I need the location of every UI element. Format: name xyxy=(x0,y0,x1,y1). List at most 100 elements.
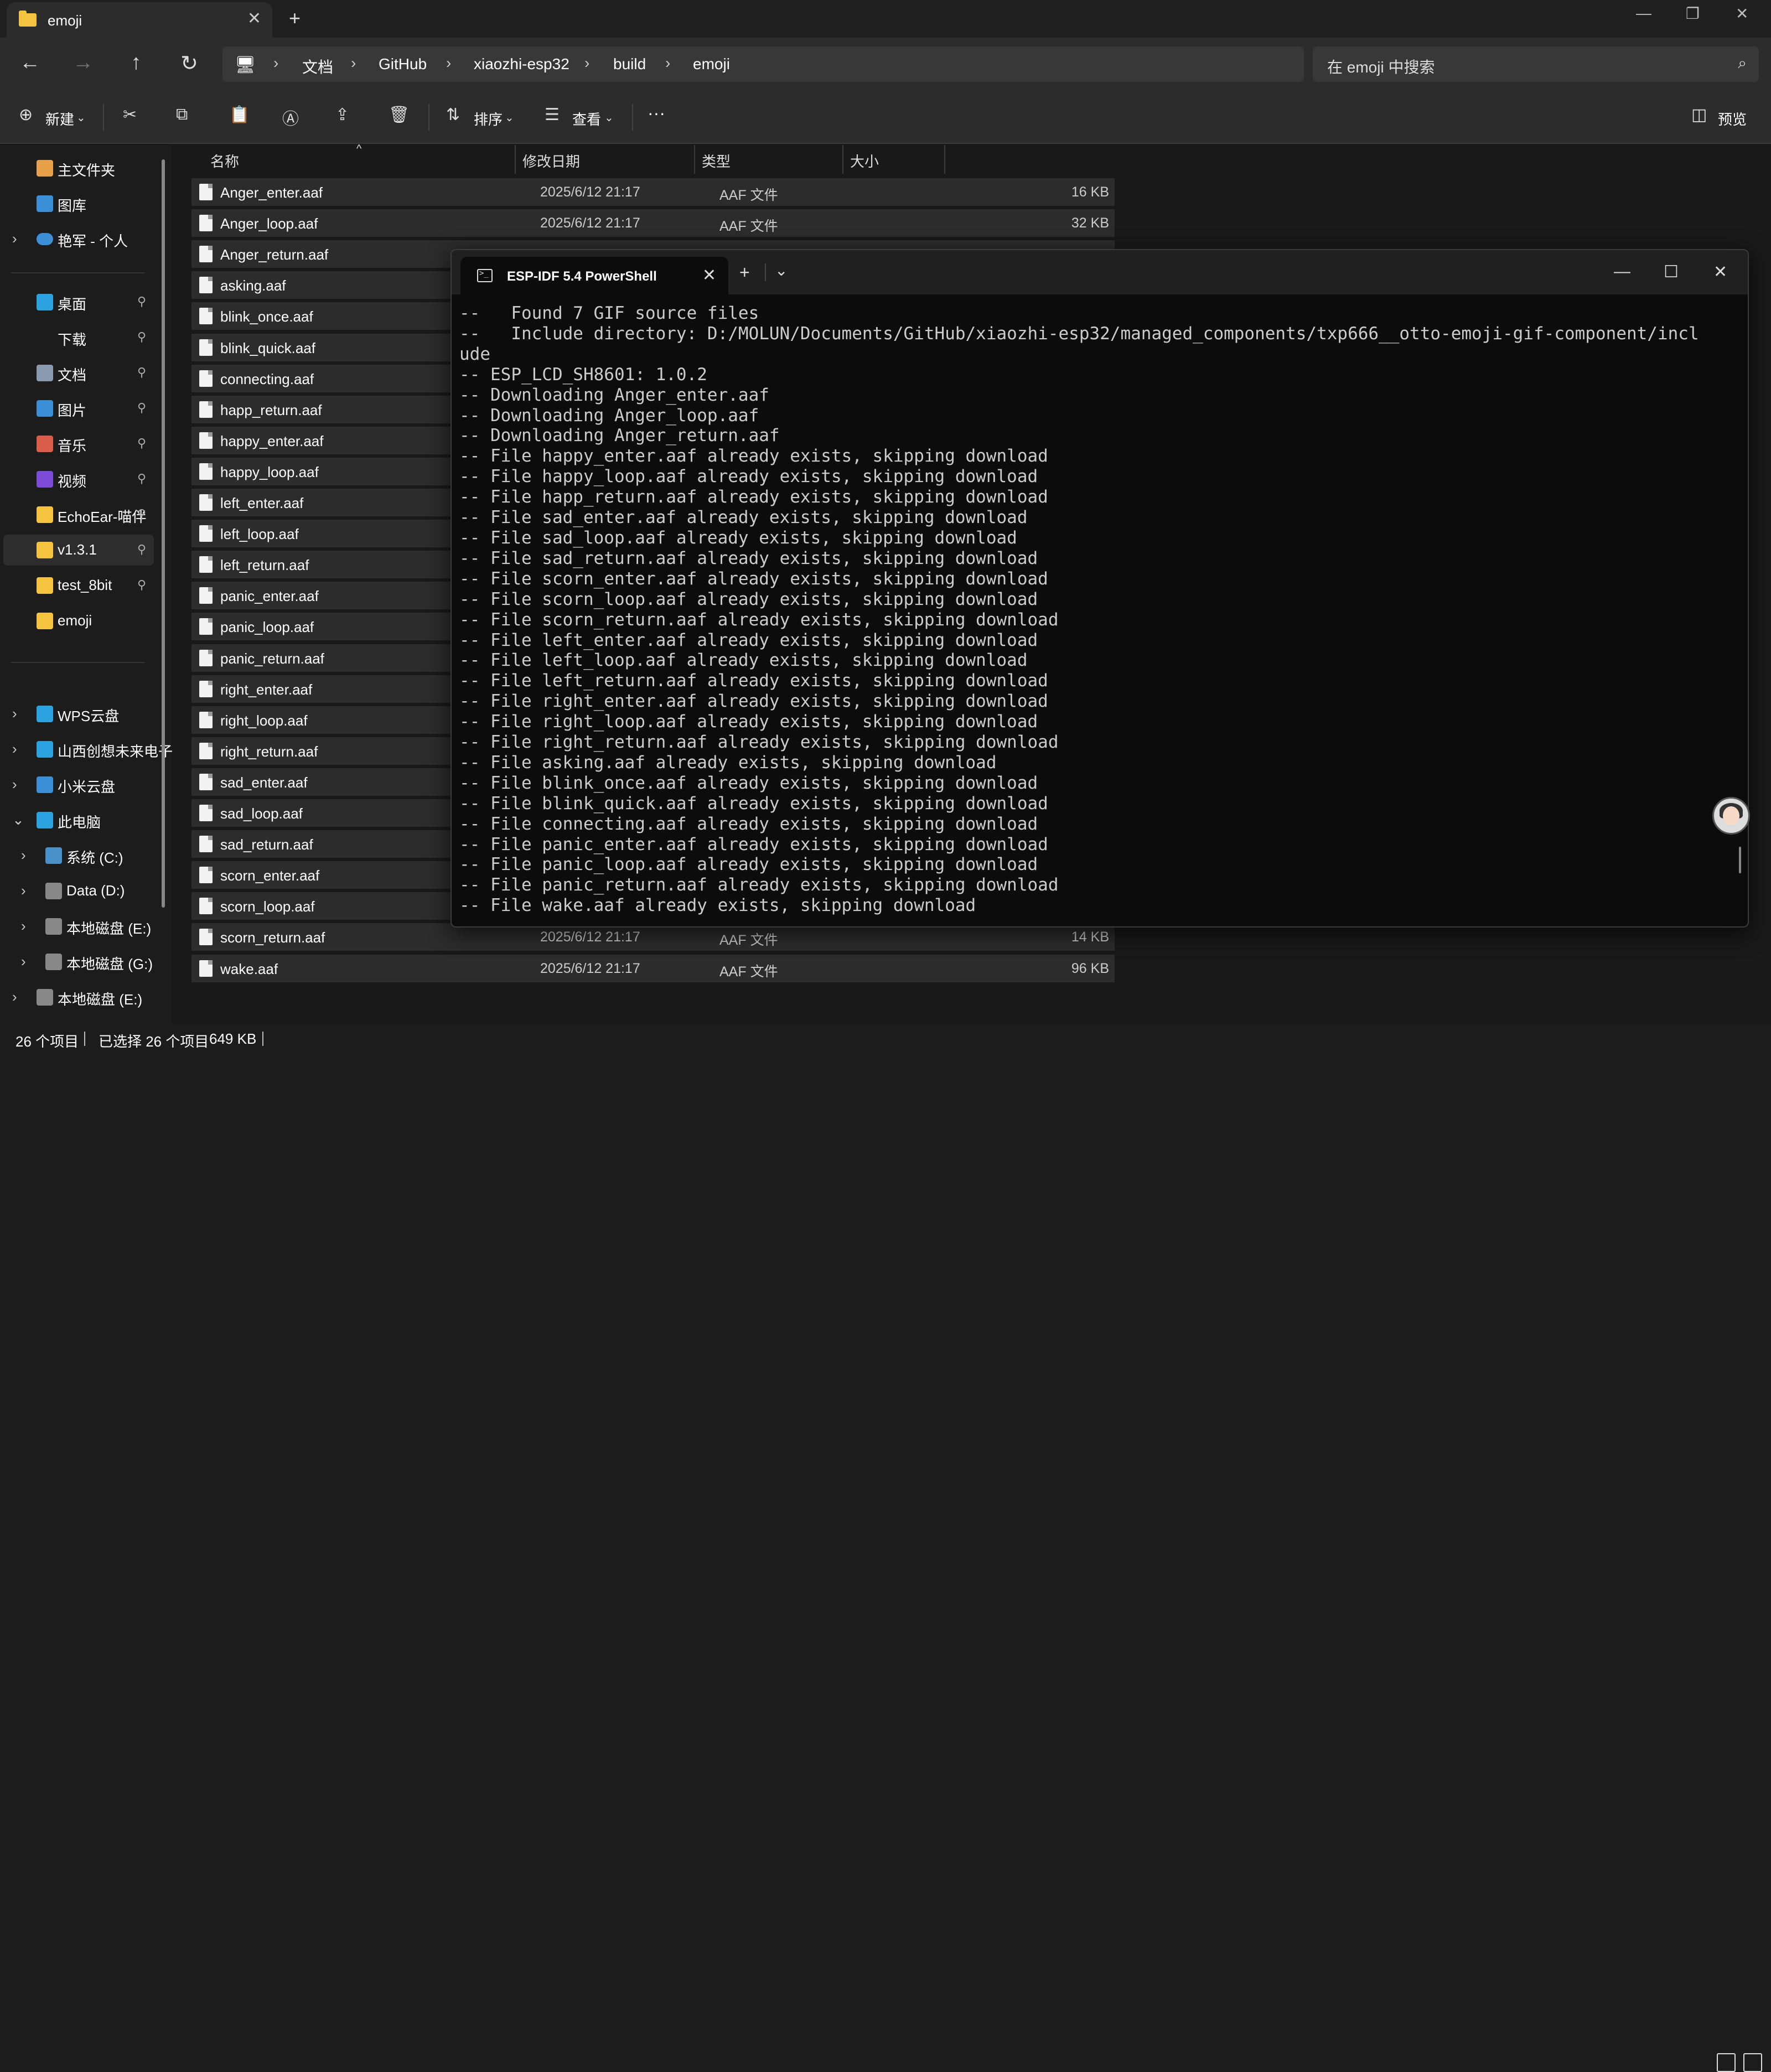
sidebar-item-pinned[interactable]: 桌面 ⚲ xyxy=(0,287,155,318)
restore-button[interactable]: ❐ xyxy=(1686,4,1700,23)
preview-pane-icon[interactable]: ◫ xyxy=(1691,105,1707,125)
pin-icon[interactable]: ⚲ xyxy=(137,542,146,557)
chevron-icon[interactable]: ⌄ xyxy=(12,811,24,828)
file-name[interactable]: asking.aaf xyxy=(220,277,286,294)
terminal-tab[interactable]: ESP-IDF 5.4 PowerShell ✕ xyxy=(460,257,728,294)
sidebar-item-gallery[interactable]: 图库 xyxy=(0,188,155,219)
file-name[interactable]: right_return.aaf xyxy=(220,743,318,760)
delete-icon[interactable]: 🗑 xyxy=(389,105,410,125)
new-button[interactable]: 新建 xyxy=(45,108,74,129)
refresh-button[interactable]: ↻ xyxy=(176,51,203,76)
file-name[interactable]: panic_enter.aaf xyxy=(220,588,319,605)
sidebar-item-drive[interactable]: ⌄ 此电脑 xyxy=(0,805,155,836)
back-button[interactable]: ← xyxy=(17,51,43,75)
more-button[interactable]: ··· xyxy=(648,103,665,123)
view-icon[interactable]: ☰ xyxy=(545,105,560,125)
file-name[interactable]: wake.aaf xyxy=(220,961,278,978)
minimize-button[interactable]: — xyxy=(1636,4,1651,22)
sidebar-item-drive[interactable]: › 本地磁盘 (E:) xyxy=(0,911,155,942)
sidebar-item-pinned[interactable]: 图片 ⚲ xyxy=(0,393,155,424)
copy-icon[interactable]: ⧉ xyxy=(176,105,188,124)
chevron-icon[interactable]: › xyxy=(12,705,17,722)
chevron-icon[interactable]: › xyxy=(21,847,26,864)
chevron-icon[interactable]: › xyxy=(12,776,17,793)
sidebar-item-drive[interactable]: › 本地磁盘 (E:) xyxy=(0,982,155,1013)
tiles-view-button[interactable] xyxy=(1743,2053,1762,2072)
paste-icon[interactable]: 📋 xyxy=(229,105,250,125)
chevron-down-icon[interactable]: ⌄ xyxy=(604,111,614,125)
breadcrumb-item[interactable]: build xyxy=(613,55,646,73)
chevron-icon[interactable]: › xyxy=(21,918,26,935)
chevron-right-icon[interactable]: › xyxy=(584,54,589,72)
pin-icon[interactable]: ⚲ xyxy=(137,401,146,415)
file-name[interactable]: left_loop.aaf xyxy=(220,526,299,543)
view-button[interactable]: 查看 xyxy=(572,108,601,129)
sidebar-item-pinned[interactable]: EchoEar-喵伴 ⚲ xyxy=(0,499,155,530)
pin-icon[interactable]: ⚲ xyxy=(137,507,146,521)
sort-button[interactable]: 排序 xyxy=(474,108,503,129)
file-row[interactable]: Anger_enter.aaf 2025/6/12 21:17 AAF 文件 16 K… xyxy=(191,178,1115,206)
chevron-icon[interactable]: › xyxy=(21,882,26,899)
pin-icon[interactable]: ⚲ xyxy=(137,578,146,592)
sidebar-item-pinned[interactable]: 音乐 ⚲ xyxy=(0,428,155,459)
sort-icon[interactable]: ⇅ xyxy=(446,105,460,125)
pin-icon[interactable]: ⚲ xyxy=(137,294,146,309)
breadcrumb[interactable]: 🖥 › 文档 › GitHub › xiaozhi-esp32 › build … xyxy=(222,46,1304,82)
file-name[interactable]: sad_loop.aaf xyxy=(220,805,303,822)
sidebar-item-pinned[interactable]: 文档 ⚲ xyxy=(0,358,155,388)
file-row[interactable]: wake.aaf 2025/6/12 21:17 AAF 文件 96 KB xyxy=(191,955,1115,982)
chevron-right-icon[interactable]: › xyxy=(273,54,278,72)
sidebar-item-drive[interactable]: › 小米云盘 xyxy=(0,769,155,800)
close-tab-icon[interactable]: ✕ xyxy=(702,266,716,285)
forward-button[interactable]: → xyxy=(70,51,96,75)
chevron-icon[interactable]: › xyxy=(12,740,17,758)
close-window-button[interactable]: ✕ xyxy=(1713,262,1727,282)
file-name[interactable]: blink_once.aaf xyxy=(220,308,313,325)
file-name[interactable]: panic_return.aaf xyxy=(220,650,324,667)
share-icon[interactable]: ⇪ xyxy=(335,105,349,125)
column-separator[interactable] xyxy=(694,145,695,174)
file-name[interactable]: right_enter.aaf xyxy=(220,681,312,698)
search-input[interactable]: 在 emoji 中搜索 ⌕ xyxy=(1313,46,1759,82)
file-name[interactable]: scorn_enter.aaf xyxy=(220,867,319,884)
details-view-button[interactable] xyxy=(1717,2053,1736,2072)
file-row[interactable]: Anger_loop.aaf 2025/6/12 21:17 AAF 文件 32 KB xyxy=(191,209,1115,237)
maximize-button[interactable]: ☐ xyxy=(1664,262,1679,282)
new-tab-button[interactable]: + xyxy=(289,7,301,30)
new-icon[interactable]: ⊕ xyxy=(19,105,33,125)
column-header-type[interactable]: 类型 xyxy=(702,145,731,174)
pin-icon[interactable]: ⚲ xyxy=(137,330,146,344)
pin-icon[interactable]: ⚲ xyxy=(137,365,146,380)
file-name[interactable]: right_loop.aaf xyxy=(220,712,308,729)
column-separator[interactable] xyxy=(944,145,945,174)
terminal-output[interactable]: -- Found 7 GIF source files -- Include di… xyxy=(459,303,1732,916)
chevron-right-icon[interactable]: › xyxy=(446,54,451,72)
rename-icon[interactable]: Ⓐ xyxy=(282,105,299,130)
column-header-date[interactable]: 修改日期 xyxy=(522,145,580,174)
sidebar-item-pinned[interactable]: v1.3.1 ⚲ xyxy=(3,535,154,566)
file-name[interactable]: happ_return.aaf xyxy=(220,402,322,419)
file-name[interactable]: Anger_loop.aaf xyxy=(220,215,318,232)
sidebar-item-drive[interactable]: › 山西创想未来电子 xyxy=(0,734,173,765)
chevron-down-icon[interactable]: ⌄ xyxy=(775,261,788,279)
file-name[interactable]: sad_return.aaf xyxy=(220,836,313,853)
sidebar-scrollbar[interactable] xyxy=(162,159,165,908)
chevron-down-icon[interactable]: ⌄ xyxy=(505,111,514,125)
column-separator[interactable] xyxy=(515,145,516,174)
sidebar-item-pinned[interactable]: emoji xyxy=(0,605,155,636)
chevron-right-icon[interactable]: › xyxy=(665,54,670,72)
breadcrumb-item[interactable]: xiaozhi-esp32 xyxy=(474,55,569,73)
breadcrumb-item[interactable]: 文档 xyxy=(302,55,333,77)
file-name[interactable]: panic_loop.aaf xyxy=(220,619,314,636)
search-icon[interactable]: ⌕ xyxy=(1738,54,1747,72)
sidebar-item-drive[interactable]: › 系统 (C:) xyxy=(0,840,155,871)
chevron-icon[interactable]: › xyxy=(21,953,26,970)
breadcrumb-item[interactable]: emoji xyxy=(693,55,730,73)
column-header-size[interactable]: 大小 xyxy=(850,145,879,174)
column-separator[interactable] xyxy=(842,145,843,174)
file-name[interactable]: happy_loop.aaf xyxy=(220,464,319,481)
file-name[interactable]: scorn_return.aaf xyxy=(220,929,325,946)
new-terminal-tab-button[interactable]: + xyxy=(739,262,750,283)
file-name[interactable]: scorn_loop.aaf xyxy=(220,898,315,915)
sidebar-item-pinned[interactable]: test_8bit ⚲ xyxy=(0,570,155,601)
